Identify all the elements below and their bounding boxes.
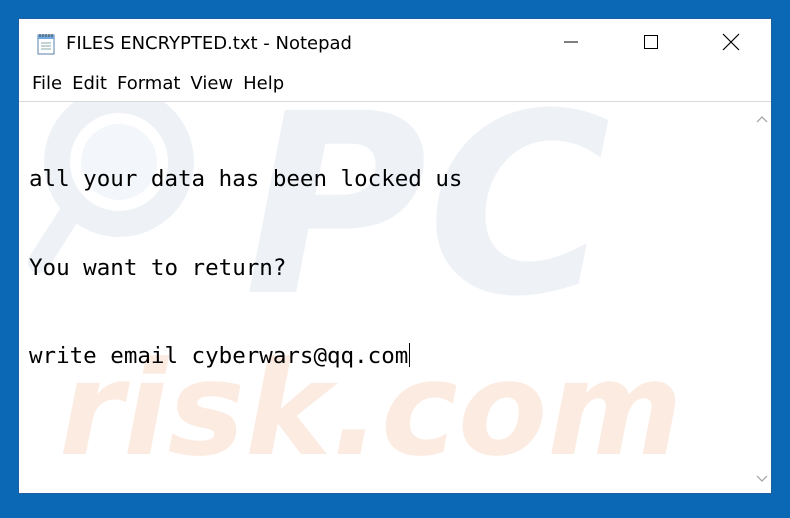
text-editor[interactable]: PC risk.com all your data has been locke… xyxy=(19,101,771,493)
text-line: all your data has been locked us xyxy=(29,166,463,192)
text-line-with-caret: write email cyberwars@qq.com xyxy=(29,342,729,372)
title-bar[interactable]: FILES ENCRYPTED.txt - Notepad xyxy=(19,19,771,69)
maximize-button[interactable] xyxy=(611,19,691,69)
menu-view[interactable]: View xyxy=(186,71,237,97)
chevron-down-icon xyxy=(756,468,768,487)
desktop-background: FILES ENCRYPTED.txt - Notepad File Edit … xyxy=(0,0,790,518)
menu-bar: File Edit Format View Help xyxy=(19,69,771,99)
menu-format[interactable]: Format xyxy=(113,71,184,97)
close-icon xyxy=(722,33,740,55)
menu-edit[interactable]: Edit xyxy=(68,71,111,97)
scroll-up-button[interactable] xyxy=(753,110,771,124)
text-line: write email cyberwars@qq.com xyxy=(29,343,409,369)
window-title: FILES ENCRYPTED.txt - Notepad xyxy=(66,33,352,54)
close-button[interactable] xyxy=(691,19,771,69)
scroll-down-button[interactable] xyxy=(753,470,771,484)
text-caret xyxy=(409,343,411,367)
notepad-icon xyxy=(34,32,58,56)
notepad-window: FILES ENCRYPTED.txt - Notepad File Edit … xyxy=(18,18,772,494)
document-text[interactable]: all your data has been locked us You wan… xyxy=(29,106,729,431)
chevron-up-icon xyxy=(756,108,768,127)
minimize-icon xyxy=(563,34,579,54)
vertical-scrollbar[interactable] xyxy=(753,102,771,493)
text-line: You want to return? xyxy=(29,254,287,281)
menu-file[interactable]: File xyxy=(28,71,66,97)
minimize-button[interactable] xyxy=(531,19,611,69)
menu-help[interactable]: Help xyxy=(239,71,288,97)
maximize-icon xyxy=(643,34,659,54)
